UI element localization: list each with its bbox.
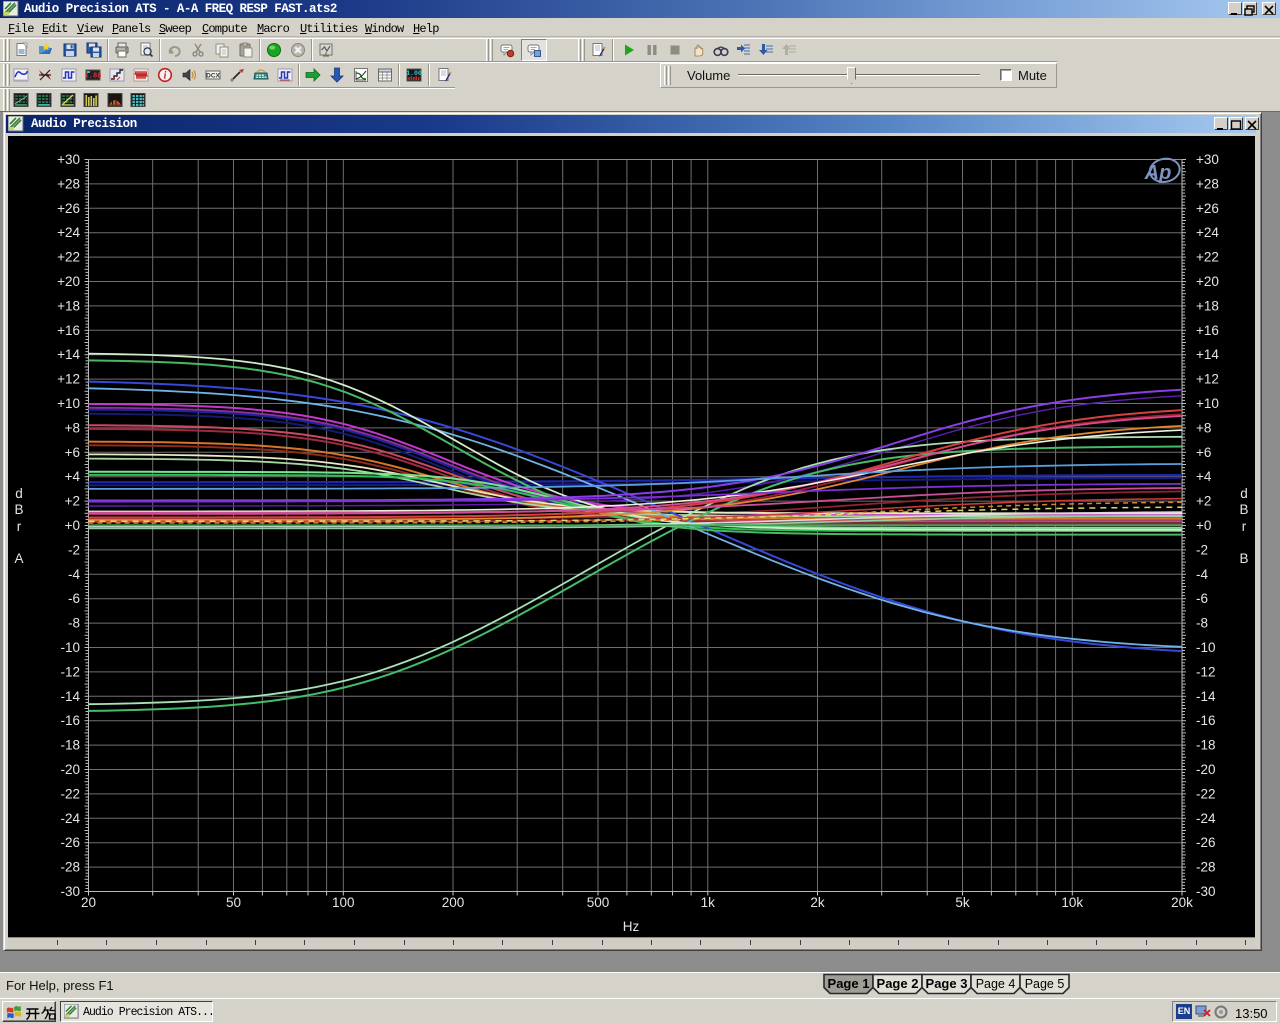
svg-text:Page 4: Page 4: [976, 977, 1016, 991]
svg-text:Page 3: Page 3: [926, 976, 968, 991]
svg-text:Page 1: Page 1: [828, 976, 870, 991]
svg-text:Page 5: Page 5: [1025, 977, 1065, 991]
svg-text:Page 2: Page 2: [877, 976, 919, 991]
